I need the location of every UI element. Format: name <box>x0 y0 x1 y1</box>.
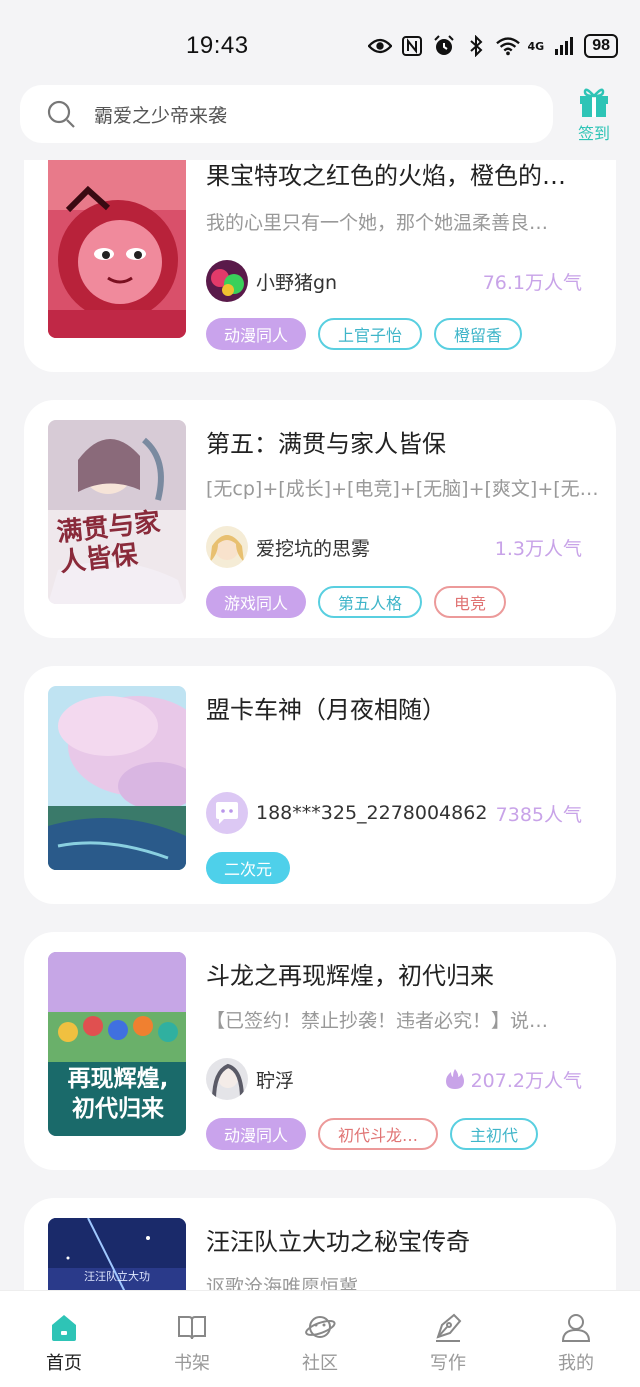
nav-item-profile[interactable]: 我的 <box>512 1291 640 1387</box>
author-name: 188***325_2278004862 <box>256 802 488 824</box>
search-bar[interactable]: 霸爱之少帝来袭 <box>20 85 553 143</box>
nav-item-bookshelf[interactable]: 书架 <box>128 1291 256 1387</box>
tag-chip[interactable]: 电竞 <box>434 586 507 618</box>
author-row[interactable]: 188***325_2278004862 7385人气 <box>206 792 582 834</box>
tag-chip[interactable]: 二次元 <box>206 852 291 884</box>
avatar[interactable] <box>206 526 248 568</box>
book-description: 我的心里只有一个她，那个她温柔善良… <box>206 212 549 234</box>
book-title[interactable]: 果宝特攻之红色的火焰，橙色的… <box>206 156 600 191</box>
tag-chip[interactable]: 橙留香 <box>434 318 523 350</box>
tag-chip[interactable]: 上官子怡 <box>318 318 423 350</box>
tag-list: 二次元 <box>206 852 291 884</box>
nav-item-home[interactable]: 首页 <box>0 1291 128 1387</box>
nav-label: 我的 <box>558 1353 594 1374</box>
flame-icon <box>445 1069 464 1089</box>
book-title[interactable]: 汪汪队立大功之秘宝传奇 <box>206 1222 600 1257</box>
author-row[interactable]: 聍浮 207.2万人气 <box>206 1058 582 1100</box>
nav-label: 社区 <box>302 1353 338 1374</box>
header: 霸爱之少帝来袭 签到 <box>0 80 640 160</box>
book-card[interactable]: 盟卡车神（月夜相随） 188***325_2278004862 7385人气 二… <box>24 666 616 904</box>
book-title[interactable]: 第五：满贯与家人皆保 <box>206 424 600 459</box>
author-name: 爱挖坑的思雾 <box>256 537 371 560</box>
eye-icon <box>367 34 392 58</box>
status-time: 19:43 <box>186 32 249 59</box>
signin-label: 签到 <box>577 124 610 143</box>
book-card[interactable]: 满贯与家人皆保 第五：满贯与家人皆保 [无cp]+[成长]+[电竞]+[无脑]+… <box>24 400 616 638</box>
tag-chip[interactable]: 第五人格 <box>318 586 423 618</box>
book-cover[interactable] <box>48 150 186 338</box>
author-row[interactable]: 爱挖坑的思雾 1.3万人气 <box>206 526 582 568</box>
tag-list: 动漫同人 初代斗龙… 主初代 <box>206 1118 539 1150</box>
bottom-nav: 首页 书架 社区 写作 我的 <box>0 1290 640 1387</box>
tag-chip[interactable]: 初代斗龙… <box>318 1118 439 1150</box>
search-icon <box>47 100 75 128</box>
tag-chip[interactable]: 主初代 <box>450 1118 539 1150</box>
book-cover[interactable] <box>48 686 186 870</box>
tag-chip[interactable]: 动漫同人 <box>206 1118 307 1150</box>
nav-label: 首页 <box>46 1353 82 1374</box>
nav-label: 书架 <box>174 1353 210 1374</box>
avatar[interactable] <box>206 1058 248 1100</box>
tag-chip[interactable]: 动漫同人 <box>206 318 307 350</box>
book-feed[interactable]: 果宝特攻之红色的火焰，橙色的… 我的心里只有一个她，那个她温柔善良… 小野猪gn… <box>0 0 640 1290</box>
user-icon <box>561 1314 591 1342</box>
status-icons: 4G 98 <box>367 34 618 58</box>
search-input[interactable]: 霸爱之少帝来袭 <box>94 101 227 128</box>
popularity-count: 207.2万人气 <box>445 1066 582 1093</box>
tag-list: 动漫同人 上官子怡 橙留香 <box>206 318 523 350</box>
home-icon <box>52 1315 76 1341</box>
network-type: 4G <box>527 39 545 53</box>
avatar[interactable] <box>206 260 248 302</box>
book-title[interactable]: 盟卡车神（月夜相随） <box>206 690 600 725</box>
default-avatar-icon[interactable] <box>206 792 248 834</box>
pen-icon <box>436 1313 462 1342</box>
author-name: 小野猪gn <box>256 271 338 294</box>
signal-icon <box>552 34 576 58</box>
nav-item-community[interactable]: 社区 <box>256 1291 384 1387</box>
signin-button[interactable]: 签到 <box>572 84 616 144</box>
nav-label: 写作 <box>430 1353 466 1374</box>
gift-icon <box>580 88 608 117</box>
book-cover[interactable]: 满贯与家人皆保 <box>48 420 186 604</box>
book-description: 讴歌沧海唯愿恒冀 <box>206 1276 359 1290</box>
battery-indicator: 98 <box>584 34 618 58</box>
planet-icon <box>305 1316 336 1338</box>
popularity-count: 76.1万人气 <box>482 271 582 294</box>
cover-title: 满贯与家人皆保 <box>55 507 162 579</box>
nfc-icon <box>400 34 424 58</box>
alarm-icon <box>432 34 456 58</box>
author-row[interactable]: 小野猪gn 76.1万人气 <box>206 260 582 302</box>
popularity-count: 1.3万人气 <box>494 537 582 560</box>
book-description: 【已签约！禁止抄袭！违者必究！】说… <box>206 1010 549 1032</box>
status-bar: 19:43 4G 98 <box>0 0 640 80</box>
wifi-icon <box>495 34 520 58</box>
book-title[interactable]: 斗龙之再现辉煌，初代归来 <box>206 956 600 991</box>
book-card[interactable]: 汪汪队立大功 汪汪队立大功之秘宝传奇 讴歌沧海唯愿恒冀 <box>24 1198 616 1290</box>
nav-item-write[interactable]: 写作 <box>384 1291 512 1387</box>
book-cover[interactable]: 再现辉煌, 初代归来 <box>48 952 186 1136</box>
book-card[interactable]: 再现辉煌, 初代归来 斗龙之再现辉煌，初代归来 【已签约！禁止抄袭！违者必究！】… <box>24 932 616 1170</box>
popularity-count: 7385人气 <box>495 803 582 826</box>
author-name: 聍浮 <box>256 1069 295 1092</box>
cover-title: 再现辉煌, 初代归来 <box>67 1066 169 1122</box>
book-icon <box>178 1316 206 1340</box>
book-description: [无cp]+[成长]+[电竞]+[无脑]+[爽文]+[无… <box>206 478 599 500</box>
tag-chip[interactable]: 游戏同人 <box>206 586 307 618</box>
book-cover[interactable]: 汪汪队立大功 <box>48 1218 186 1290</box>
tag-list: 游戏同人 第五人格 电竞 <box>206 586 507 618</box>
bluetooth-icon <box>464 34 488 58</box>
cover-title: 汪汪队立大功 <box>84 1270 150 1283</box>
